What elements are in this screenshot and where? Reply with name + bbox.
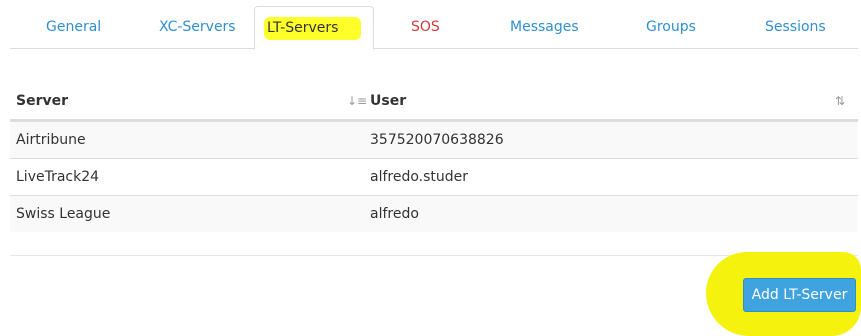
table-row[interactable]: Swiss League alfredo [10,195,858,232]
tab-sos[interactable]: SOS [411,6,440,49]
user-cell: alfredo [370,206,419,222]
user-cell: 357520070638826 [370,132,504,148]
sort-icon[interactable]: ⇅ [835,94,845,108]
tab-lt-servers[interactable]: LT-Servers [254,6,374,50]
column-header-server[interactable]: Server [16,93,68,109]
table-row[interactable]: Airtribune 357520070638826 [10,121,858,158]
tab-general[interactable]: General [46,6,101,49]
lt-servers-table: Server ↓≡ User ⇅ Airtribune 357520070638… [10,84,858,232]
server-cell: Airtribune [16,132,86,148]
server-cell: Swiss League [16,206,111,222]
add-lt-server-button[interactable]: Add LT-Server [743,278,856,312]
tab-bar: General XC-Servers LT-Servers SOS Messag… [10,6,858,50]
user-cell: alfredo.studer [370,169,469,185]
sort-amount-icon[interactable]: ↓≡ [347,94,367,108]
tab-xc-servers[interactable]: XC-Servers [159,6,236,49]
tab-messages[interactable]: Messages [510,6,579,49]
server-cell: LiveTrack24 [16,169,100,185]
tab-sessions[interactable]: Sessions [765,6,826,49]
column-header-user[interactable]: User [370,93,406,109]
table-row[interactable]: LiveTrack24 alfredo.studer [10,158,858,195]
tab-groups[interactable]: Groups [646,6,696,49]
table-header: Server ↓≡ User ⇅ [10,84,858,121]
